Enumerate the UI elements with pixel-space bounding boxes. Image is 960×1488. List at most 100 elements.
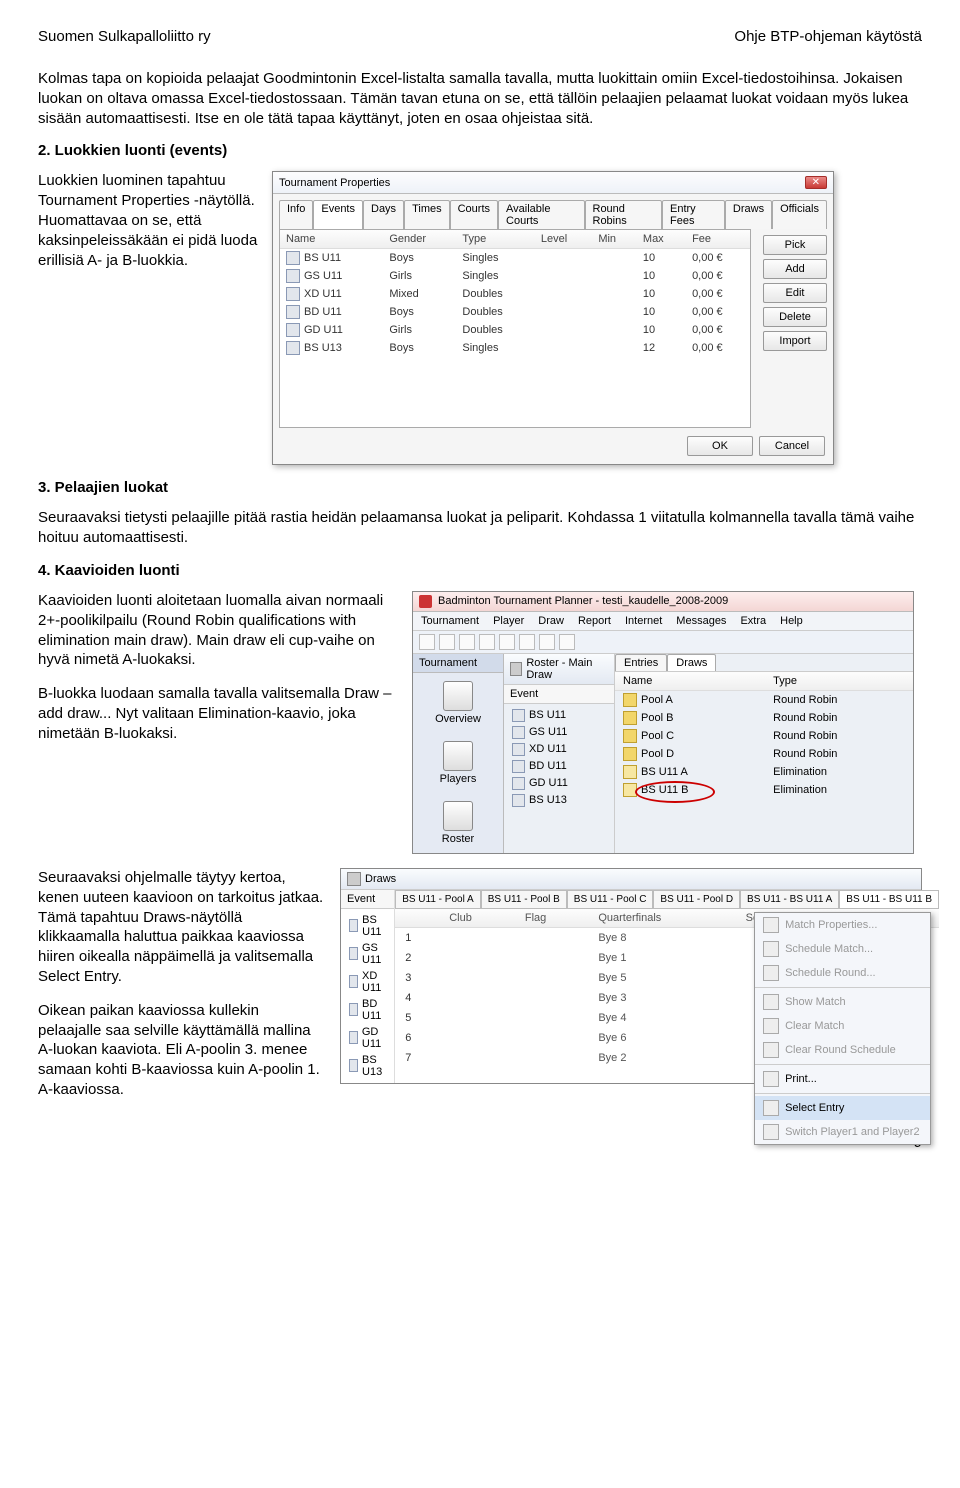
draw-tab[interactable]: BS U11 - Pool B bbox=[481, 890, 567, 908]
table-row[interactable]: XD U11MixedDoubles100,00 € bbox=[280, 285, 750, 303]
menu-report[interactable]: Report bbox=[578, 615, 611, 627]
roster-title-text: Roster - Main Draw bbox=[526, 657, 608, 681]
delete-button[interactable]: Delete bbox=[763, 307, 827, 327]
toolbar-icon[interactable] bbox=[519, 634, 535, 650]
event-list-item[interactable]: BS U13 bbox=[504, 792, 614, 809]
add-button[interactable]: Add bbox=[763, 259, 827, 279]
tab-officials[interactable]: Officials bbox=[772, 200, 827, 229]
ctx-switch-players[interactable]: Switch Player1 and Player2 bbox=[755, 1120, 930, 1144]
event-list-item[interactable]: XD U11 bbox=[341, 968, 394, 996]
ctx-label: Match Properties... bbox=[785, 919, 877, 931]
toolbar-icon[interactable] bbox=[479, 634, 495, 650]
events-table[interactable]: Name Gender Type Level Min Max Fee BS U1… bbox=[279, 229, 751, 428]
sidebar-item-players[interactable]: Players bbox=[413, 733, 503, 793]
tab-available-courts[interactable]: Available Courts bbox=[498, 200, 584, 229]
event-icon bbox=[512, 760, 525, 773]
pick-button[interactable]: Pick bbox=[763, 235, 827, 255]
event-list-item[interactable]: BS U11 bbox=[504, 707, 614, 724]
event-icon bbox=[512, 726, 525, 739]
event-list-item[interactable]: BS U13 bbox=[341, 1052, 394, 1080]
menu-messages[interactable]: Messages bbox=[676, 615, 726, 627]
event-col-header: Event bbox=[510, 688, 538, 700]
ok-button[interactable]: OK bbox=[687, 436, 753, 456]
sidebar-item-roster[interactable]: Roster bbox=[413, 793, 503, 853]
table-row[interactable]: BD U11BoysDoubles100,00 € bbox=[280, 303, 750, 321]
ctx-schedule-round[interactable]: Schedule Round... bbox=[755, 961, 930, 985]
draw-row[interactable]: Pool DRound Robin bbox=[615, 745, 913, 763]
schedule-icon bbox=[763, 941, 779, 957]
dialog-tabs: Info Events Days Times Courts Available … bbox=[279, 200, 827, 229]
section-2-text: Luokkien luominen tapahtuu Tournament Pr… bbox=[38, 171, 258, 270]
tab-events[interactable]: Events bbox=[313, 200, 363, 229]
ctx-match-properties[interactable]: Match Properties... bbox=[755, 913, 930, 937]
tab-round-robins[interactable]: Round Robins bbox=[585, 200, 663, 229]
import-button[interactable]: Import bbox=[763, 331, 827, 351]
event-icon bbox=[286, 323, 300, 337]
menu-player[interactable]: Player bbox=[493, 615, 524, 627]
toolbar-icon[interactable] bbox=[499, 634, 515, 650]
draw-tab[interactable]: BS U11 - BS U11 A bbox=[740, 890, 839, 908]
menu-tournament[interactable]: Tournament bbox=[421, 615, 479, 627]
cancel-button[interactable]: Cancel bbox=[759, 436, 825, 456]
ctx-label: Select Entry bbox=[785, 1102, 844, 1114]
event-list-item[interactable]: BD U11 bbox=[504, 758, 614, 775]
draw-row[interactable]: Pool BRound Robin bbox=[615, 709, 913, 727]
ctx-schedule-match[interactable]: Schedule Match... bbox=[755, 937, 930, 961]
col-name: Name bbox=[615, 672, 765, 691]
tab-info[interactable]: Info bbox=[279, 200, 313, 229]
tab-draws[interactable]: Draws bbox=[667, 654, 716, 671]
table-row[interactable]: BS U13BoysSingles120,00 € bbox=[280, 339, 750, 357]
table-row[interactable]: GD U11GirlsDoubles100,00 € bbox=[280, 321, 750, 339]
ctx-print[interactable]: Print... bbox=[755, 1067, 930, 1091]
draw-tab[interactable]: BS U11 - Pool D bbox=[653, 890, 740, 908]
event-list-item[interactable]: BD U11 bbox=[341, 996, 394, 1024]
menu-help[interactable]: Help bbox=[780, 615, 803, 627]
sidebar-item-overview[interactable]: Overview bbox=[413, 673, 503, 733]
ctx-show-match[interactable]: Show Match bbox=[755, 990, 930, 1014]
section-3-title: 3. Pelaajien luokat bbox=[38, 479, 922, 496]
event-icon bbox=[349, 947, 358, 960]
tab-days[interactable]: Days bbox=[363, 200, 404, 229]
ctx-clear-round-schedule[interactable]: Clear Round Schedule bbox=[755, 1038, 930, 1062]
section-4-p2: B-luokka luodaan samalla tavalla valitse… bbox=[38, 684, 398, 743]
event-list-item[interactable]: GS U11 bbox=[504, 724, 614, 741]
ctx-label: Schedule Match... bbox=[785, 943, 873, 955]
toolbar-icon[interactable] bbox=[459, 634, 475, 650]
toolbar-icon[interactable] bbox=[559, 634, 575, 650]
toolbar-icon[interactable] bbox=[539, 634, 555, 650]
draw-tab[interactable]: BS U11 - Pool C bbox=[567, 890, 654, 908]
properties-icon bbox=[763, 917, 779, 933]
edit-button[interactable]: Edit bbox=[763, 283, 827, 303]
ctx-label: Print... bbox=[785, 1073, 817, 1085]
ctx-clear-match[interactable]: Clear Match bbox=[755, 1014, 930, 1038]
toolbar bbox=[413, 631, 913, 654]
draw-row[interactable]: Pool CRound Robin bbox=[615, 727, 913, 745]
toolbar-icon[interactable] bbox=[419, 634, 435, 650]
table-row[interactable]: BS U11BoysSingles100,00 € bbox=[280, 249, 750, 268]
draw-row[interactable]: Pool ARound Robin bbox=[615, 690, 913, 709]
context-menu: Match Properties... Schedule Match... Sc… bbox=[754, 912, 931, 1145]
dialog-title: Tournament Properties bbox=[279, 177, 390, 189]
ctx-select-entry[interactable]: Select Entry bbox=[755, 1096, 930, 1120]
tab-courts[interactable]: Courts bbox=[450, 200, 498, 229]
draw-tab[interactable]: BS U11 - BS U11 B bbox=[839, 890, 939, 908]
draw-row[interactable]: BS U11 BElimination bbox=[615, 781, 913, 799]
event-list-item[interactable]: XD U11 bbox=[504, 741, 614, 758]
toolbar-icon[interactable] bbox=[439, 634, 455, 650]
table-row[interactable]: GS U11GirlsSingles100,00 € bbox=[280, 267, 750, 285]
sidebar-header: Tournament bbox=[413, 654, 503, 673]
menu-extra[interactable]: Extra bbox=[740, 615, 766, 627]
draw-row[interactable]: BS U11 AElimination bbox=[615, 763, 913, 781]
event-list-item[interactable]: GD U11 bbox=[504, 775, 614, 792]
event-list-item[interactable]: GD U11 bbox=[341, 1024, 394, 1052]
tab-times[interactable]: Times bbox=[404, 200, 450, 229]
event-list-item[interactable]: GS U11 bbox=[341, 940, 394, 968]
tab-draws[interactable]: Draws bbox=[725, 200, 772, 229]
draw-tab[interactable]: BS U11 - Pool A bbox=[395, 890, 481, 908]
tab-entry-fees[interactable]: Entry Fees bbox=[662, 200, 725, 229]
event-list-item[interactable]: BS U11 bbox=[341, 912, 394, 940]
close-icon[interactable]: ✕ bbox=[805, 176, 827, 189]
tab-entries[interactable]: Entries bbox=[615, 654, 667, 671]
menu-draw[interactable]: Draw bbox=[538, 615, 564, 627]
menu-internet[interactable]: Internet bbox=[625, 615, 662, 627]
